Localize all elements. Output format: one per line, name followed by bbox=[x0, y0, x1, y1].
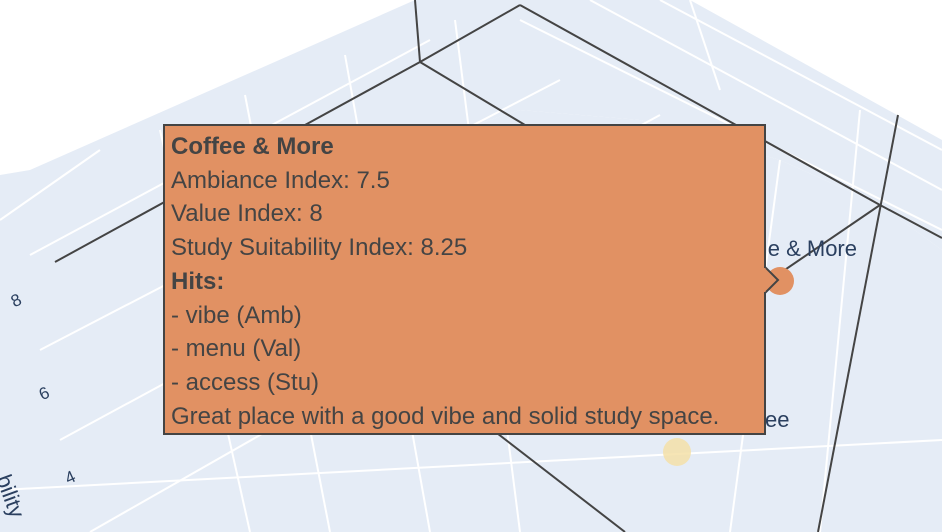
point-label: e & More bbox=[768, 236, 857, 261]
tooltip-hit-item: - menu (Val) bbox=[171, 335, 302, 363]
tooltip-note: Great place with a good vibe and solid s… bbox=[171, 402, 720, 430]
point-label: ee bbox=[765, 407, 789, 432]
tooltip-study: Study Suitability Index: 8.25 bbox=[171, 234, 468, 262]
tooltip-title: Coffee & More bbox=[171, 133, 334, 160]
tooltip-hit-item: - vibe (Amb) bbox=[171, 301, 302, 329]
tooltip-ambiance: Ambiance Index: 7.5 bbox=[171, 166, 390, 194]
tooltip-pointer bbox=[764, 266, 780, 294]
tooltip-value: Value Index: 8 bbox=[171, 200, 323, 228]
hover-tooltip: Coffee & More Ambiance Index: 7.5 Value … bbox=[163, 124, 766, 435]
tooltip-hits-title: Hits: bbox=[171, 267, 225, 295]
tooltip-hit-item: - access (Stu) bbox=[171, 368, 320, 396]
data-point-coffee[interactable] bbox=[663, 438, 691, 466]
